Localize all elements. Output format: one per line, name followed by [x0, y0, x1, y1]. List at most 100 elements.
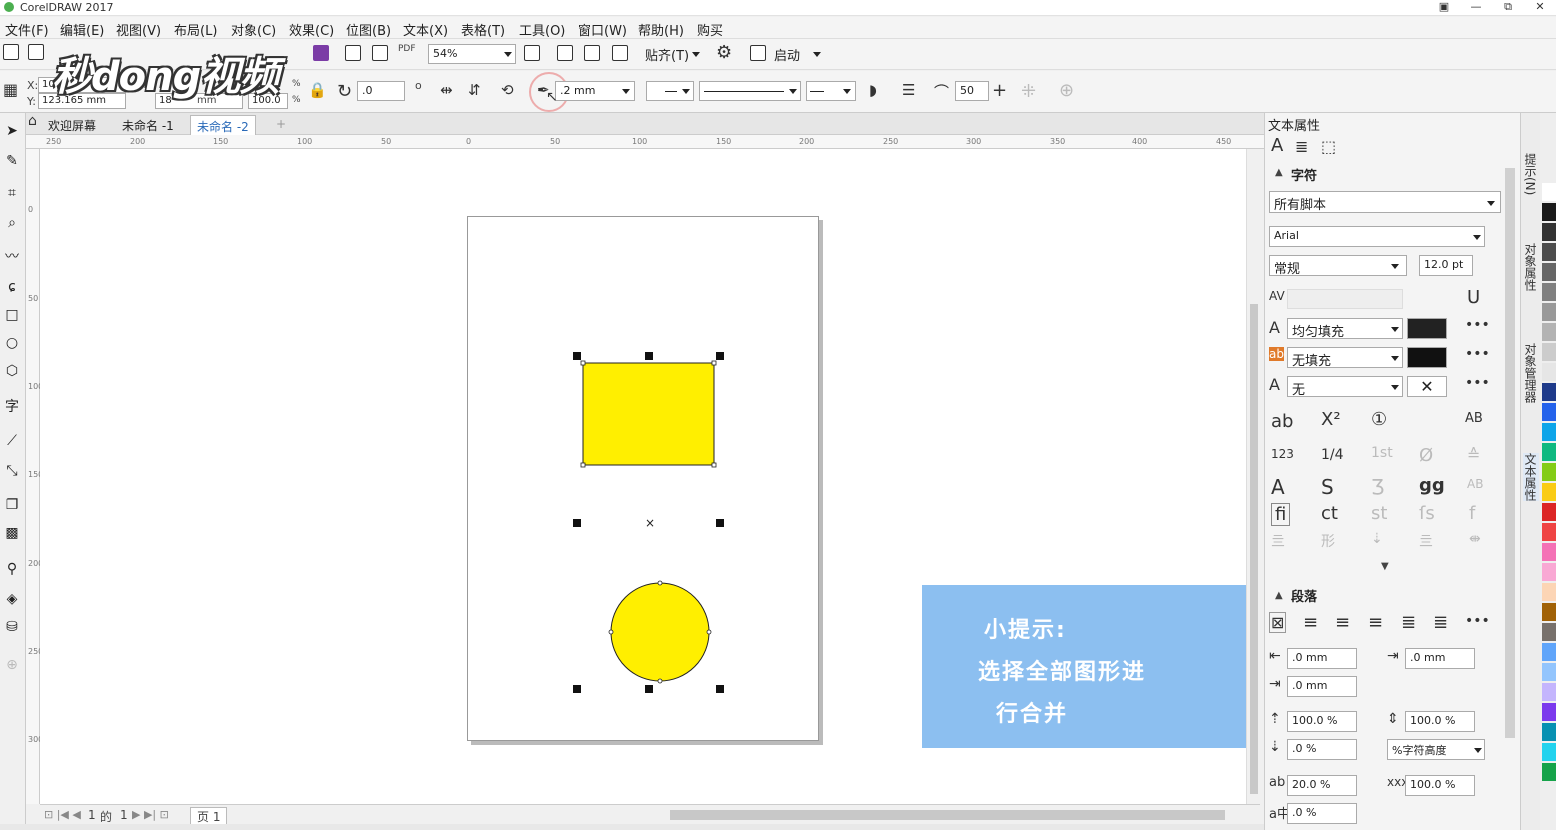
palette-swatch[interactable] [1542, 463, 1556, 481]
palette-swatch[interactable] [1542, 743, 1556, 761]
swash-icon[interactable]: S [1321, 475, 1334, 499]
align-left-icon[interactable]: ≡ [1303, 612, 1318, 633]
palette-swatch[interactable] [1542, 703, 1556, 721]
asian-5-icon[interactable]: ⇼ [1469, 531, 1481, 547]
char-spacing-field[interactable]: 20.0 % [1287, 775, 1357, 796]
chevron-down-icon[interactable] [1487, 201, 1495, 206]
palette-swatch[interactable] [1542, 243, 1556, 261]
expand-icon[interactable]: ▼ [1381, 561, 1389, 572]
outline-select[interactable]: 无 [1287, 376, 1403, 397]
asian-4-icon[interactable]: 亖 [1419, 531, 1433, 551]
no-align-icon[interactable]: ⊠ [1269, 612, 1287, 633]
line-spacing-field[interactable]: 100.0 % [1405, 711, 1475, 732]
paragraph-icon[interactable]: ≣ [1295, 137, 1308, 156]
right-indent-field[interactable]: .0 mm [1287, 676, 1357, 697]
fill-type-select[interactable]: 均匀填充 [1287, 318, 1403, 339]
collapse-paragraph-icon[interactable]: ▲ [1275, 590, 1283, 601]
underline-icon[interactable]: U [1467, 287, 1480, 308]
selection-handle[interactable] [573, 352, 581, 360]
strikethrough-icon[interactable]: ab [1271, 411, 1293, 432]
selection-handle[interactable] [645, 685, 653, 693]
align-center-icon[interactable]: ≡ [1335, 612, 1350, 633]
align-right-icon[interactable]: ≡ [1368, 612, 1383, 633]
palette-swatch[interactable] [1542, 183, 1556, 201]
enclosed-numbers-icon[interactable]: ① [1371, 409, 1387, 430]
palette-swatch[interactable] [1542, 723, 1556, 741]
first-line-indent-field[interactable]: .0 mm [1405, 648, 1475, 669]
fi-ligature-icon[interactable]: fi [1271, 503, 1291, 526]
space-before-field[interactable]: 100.0 % [1287, 711, 1357, 732]
fill-color-swatch[interactable] [1407, 318, 1447, 339]
palette-swatch[interactable] [1542, 443, 1556, 461]
palette-swatch[interactable] [1542, 523, 1556, 541]
word-spacing-field[interactable]: 100.0 % [1405, 775, 1475, 796]
more-icon[interactable]: ••• [1465, 317, 1490, 333]
tab-hints[interactable]: 提示(N) [1523, 153, 1539, 195]
palette-swatch[interactable] [1542, 283, 1556, 301]
st-ligature-icon[interactable]: st [1371, 503, 1387, 524]
script-select[interactable]: 所有脚本 [1269, 191, 1501, 213]
language-spacing-field[interactable]: .0 % [1287, 803, 1357, 824]
palette-swatch[interactable] [1542, 663, 1556, 681]
chevron-down-icon[interactable] [1391, 264, 1399, 269]
palette-swatch[interactable] [1542, 403, 1556, 421]
palette-swatch[interactable] [1542, 643, 1556, 661]
more-icon[interactable]: ••• [1465, 613, 1490, 629]
current-page[interactable]: 1 [88, 808, 96, 822]
palette-swatch[interactable] [1542, 263, 1556, 281]
superscript-icon[interactable]: X² [1321, 409, 1341, 430]
ornament-icon[interactable]: ≙ [1467, 445, 1480, 464]
palette-swatch[interactable] [1542, 343, 1556, 361]
font-select[interactable]: Arial [1269, 226, 1485, 247]
palette-swatch[interactable] [1542, 623, 1556, 641]
space-after-field[interactable]: .0 % [1287, 739, 1357, 760]
tab-object-manager[interactable]: 对象管理器 [1523, 343, 1539, 403]
titling-icon[interactable]: Ӡ [1371, 475, 1384, 499]
tab-text-properties[interactable]: 文本属性 [1523, 453, 1539, 501]
ordinals-icon[interactable]: 1st [1371, 445, 1393, 461]
contextual-icon[interactable]: f [1469, 503, 1475, 524]
tab-object-properties[interactable]: 对象属性 [1523, 243, 1539, 291]
next-page-icon[interactable]: ▶ ▶| ⊡ [132, 808, 169, 821]
left-indent-field[interactable]: .0 mm [1287, 648, 1357, 669]
ligature-icon[interactable]: gg [1419, 475, 1445, 496]
more-icon[interactable]: ••• [1465, 375, 1490, 391]
palette-swatch[interactable] [1542, 543, 1556, 561]
background-fill-select[interactable]: 无填充 [1287, 347, 1403, 368]
collapse-char-icon[interactable]: ▲ [1275, 167, 1283, 178]
font-size-field[interactable]: 12.0 pt [1419, 255, 1473, 276]
long-s-icon[interactable]: ſs [1419, 503, 1435, 524]
fractions-icon[interactable]: 1/4 [1321, 447, 1344, 463]
asian-1-icon[interactable]: 亖 [1271, 531, 1285, 551]
justify-icon[interactable]: ≣ [1401, 612, 1416, 633]
palette-swatch[interactable] [1542, 763, 1556, 781]
palette-swatch[interactable] [1542, 423, 1556, 441]
selection-handle[interactable] [716, 685, 724, 693]
palette-swatch[interactable] [1542, 363, 1556, 381]
slashed-zero-icon[interactable]: Ø [1419, 445, 1433, 466]
palette-swatch[interactable] [1542, 483, 1556, 501]
palette-swatch[interactable] [1542, 203, 1556, 221]
no-outline-swatch[interactable]: ✕ [1407, 376, 1447, 397]
selection-handle[interactable] [573, 685, 581, 693]
font-style-select[interactable]: 常规 [1269, 255, 1407, 276]
palette-swatch[interactable] [1542, 383, 1556, 401]
selection-handle[interactable] [716, 519, 724, 527]
hscroll-thumb[interactable] [670, 810, 1225, 820]
asian-2-icon[interactable]: 形 [1321, 531, 1335, 551]
palette-swatch[interactable] [1542, 503, 1556, 521]
palette-swatch[interactable] [1542, 683, 1556, 701]
selection-handle[interactable] [645, 352, 653, 360]
more-icon[interactable]: ••• [1465, 346, 1490, 362]
background-color-swatch[interactable] [1407, 347, 1447, 368]
force-justify-icon[interactable]: ≣ [1433, 612, 1448, 633]
yellow-circle[interactable] [610, 582, 710, 682]
frame-icon[interactable]: ⬚ [1321, 137, 1336, 156]
kerning-field[interactable] [1287, 289, 1403, 309]
yellow-rectangle[interactable] [582, 362, 715, 466]
chevron-down-icon[interactable] [1391, 385, 1399, 390]
palette-swatch[interactable] [1542, 303, 1556, 321]
scroll-thumb[interactable] [1250, 304, 1258, 794]
panel-scrollbar[interactable] [1505, 168, 1515, 738]
palette-swatch[interactable] [1542, 223, 1556, 241]
